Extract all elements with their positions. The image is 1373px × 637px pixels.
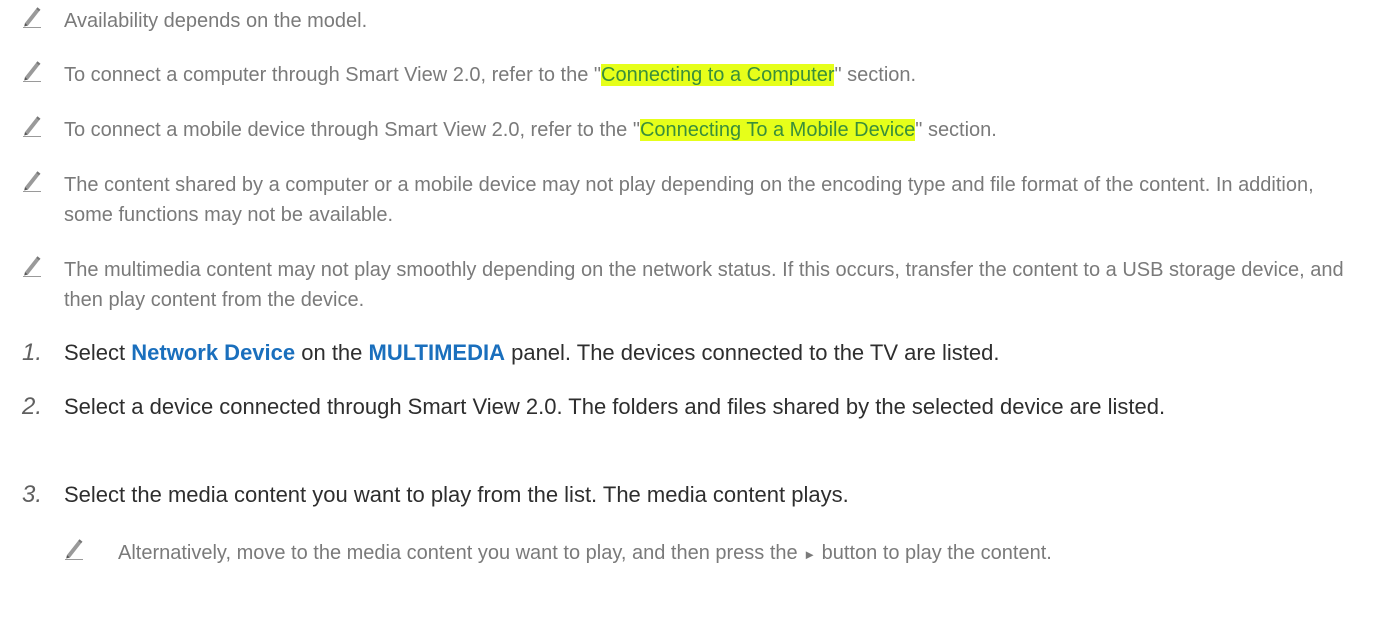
pencil-note-icon (23, 116, 41, 137)
manual-page: Availability depends on the model. To co… (0, 0, 1373, 637)
note-text-after: " section. (834, 64, 917, 86)
note-text-after: button to play the content. (816, 542, 1052, 564)
note-text-before: Alternatively, move to the media content… (118, 542, 804, 564)
note-text: The content shared by a computer or a mo… (64, 174, 1314, 226)
step-number: 3. (22, 481, 43, 508)
step-text: Select Network Device on the MULTIMEDIA … (64, 336, 1333, 370)
pencil-note-icon (23, 256, 41, 277)
connecting-to-computer-link[interactable]: Connecting to a Computer (601, 64, 835, 86)
step-text: Select a device connected through Smart … (64, 394, 1166, 419)
step-text-part: panel. The devices connected to the TV a… (504, 340, 1000, 365)
note-text: Alternatively, move to the media content… (118, 538, 1363, 570)
network-device-keyword: Network Device (131, 340, 296, 365)
step-text-part: Select (64, 340, 132, 365)
note-text: To connect a computer through Smart View… (64, 60, 1363, 90)
step-number: 1. (22, 339, 43, 366)
pencil-note-icon (23, 171, 41, 192)
step-text: Select the media content you want to pla… (64, 482, 849, 507)
pencil-note-icon (65, 539, 83, 560)
step-number: 2. (22, 393, 43, 420)
note-text-after: " section. (915, 119, 997, 141)
note-text-before: To connect a computer through Smart View… (64, 64, 602, 86)
play-button-icon: ► (803, 547, 817, 562)
note-text: To connect a mobile device through Smart… (64, 115, 1363, 145)
connecting-to-mobile-link[interactable]: Connecting To a Mobile Device (639, 119, 916, 141)
step-text-part: on the (295, 340, 369, 365)
multimedia-keyword: MULTIMEDIA (368, 340, 505, 365)
note-text: Availability depends on the model. (64, 10, 368, 32)
note-text-before: To connect a mobile device through Smart… (64, 119, 640, 141)
pencil-note-icon (23, 61, 41, 82)
note-text: The multimedia content may not play smoo… (64, 259, 1344, 311)
pencil-note-icon (23, 7, 41, 28)
